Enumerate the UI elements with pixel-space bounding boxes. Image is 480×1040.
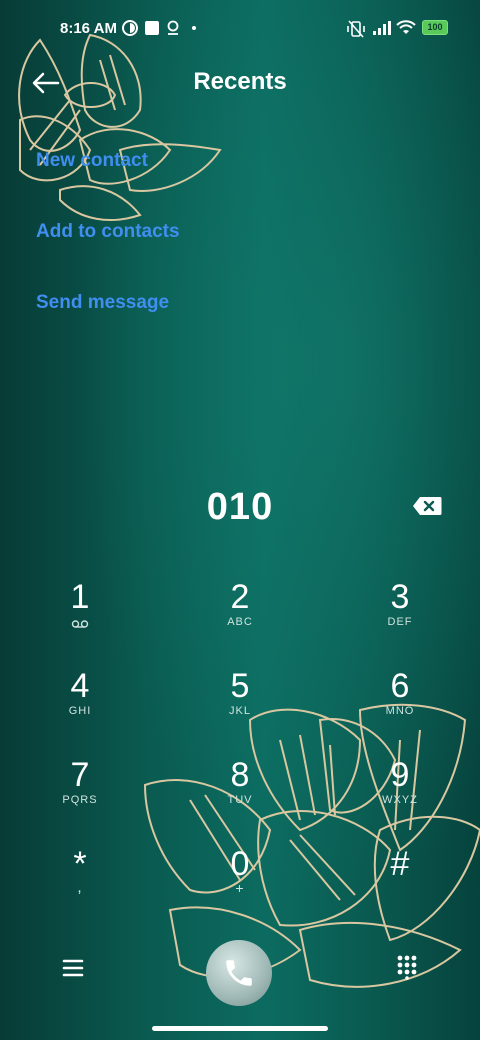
key-letters: PQRS: [62, 794, 98, 806]
key-letters: +: [235, 880, 245, 896]
key-digit: 5: [230, 667, 250, 705]
add-to-contacts-link[interactable]: Add to contacts: [36, 221, 180, 243]
key-4[interactable]: 4 GHI: [20, 667, 140, 737]
key-letters: WXYZ: [382, 794, 418, 806]
key-9[interactable]: 9 WXYZ: [340, 756, 460, 826]
square-notification-icon: [145, 21, 159, 35]
key-star[interactable]: * ,: [20, 845, 140, 915]
dialpad-icon[interactable]: [396, 954, 418, 980]
key-digit: 3: [390, 578, 410, 616]
phone-call-icon: [226, 960, 252, 986]
key-digit: 7: [70, 756, 90, 794]
key-letters: GHI: [68, 705, 92, 717]
backspace-icon[interactable]: [412, 496, 442, 516]
vibrate-icon: [347, 20, 365, 38]
header: Recents: [0, 62, 480, 102]
pin-icon: [167, 20, 179, 35]
key-2[interactable]: 2 ABC: [180, 578, 300, 648]
key-digit: #: [390, 845, 410, 883]
status-bar: 8:16 AM 100: [0, 14, 480, 42]
key-1[interactable]: 1: [20, 578, 140, 648]
key-digit: 6: [390, 667, 410, 705]
data-saver-icon: [122, 20, 138, 36]
key-0[interactable]: 0 +: [180, 845, 300, 915]
key-digit: 1: [70, 578, 90, 616]
key-letters: ,: [77, 879, 83, 896]
key-7[interactable]: 7 PQRS: [20, 756, 140, 826]
dot-icon: [192, 26, 196, 30]
call-button[interactable]: [206, 940, 272, 1006]
key-3[interactable]: 3 DEF: [340, 578, 460, 648]
home-indicator[interactable]: [152, 1026, 328, 1031]
key-letters: DEF: [387, 616, 413, 628]
key-8[interactable]: 8 TUV: [180, 756, 300, 826]
new-contact-link[interactable]: New contact: [36, 150, 148, 172]
wifi-icon: [396, 20, 416, 34]
send-message-link[interactable]: Send message: [36, 292, 169, 314]
signal-icon: [373, 21, 391, 35]
key-5[interactable]: 5 JKL: [180, 667, 300, 737]
dialed-number: 010: [206, 486, 274, 528]
key-6[interactable]: 6 MNO: [340, 667, 460, 737]
key-letters: MNO: [385, 705, 415, 717]
key-digit: 4: [70, 667, 90, 705]
key-letters: JKL: [229, 705, 251, 717]
key-letters: TUV: [227, 794, 253, 806]
key-digit: 8: [230, 756, 250, 794]
key-digit: 9: [390, 756, 410, 794]
bottom-bar: [0, 936, 480, 1006]
key-digit: 0: [230, 845, 250, 883]
key-digit: 2: [230, 578, 250, 616]
key-hash[interactable]: #: [340, 845, 460, 915]
battery-level: 100: [427, 22, 443, 32]
status-time: 8:16 AM: [60, 20, 117, 37]
menu-icon[interactable]: [60, 956, 86, 980]
key-digit: *: [73, 845, 87, 883]
page-title: Recents: [193, 68, 287, 95]
key-letters: ABC: [227, 616, 253, 628]
battery-icon: 100: [422, 20, 448, 35]
voicemail-icon: [71, 620, 89, 628]
